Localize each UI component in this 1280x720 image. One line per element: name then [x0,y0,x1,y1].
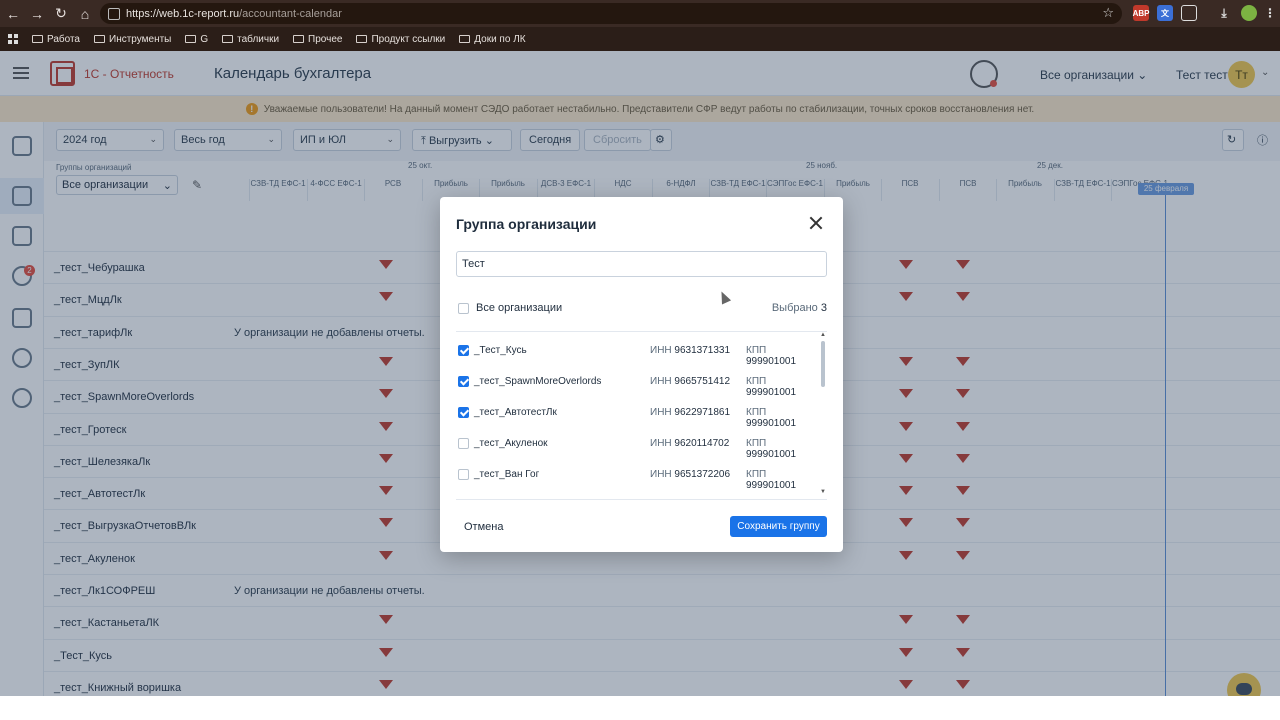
profile-icon[interactable] [1241,5,1257,21]
select-all-checkbox[interactable] [458,303,469,314]
org-name: _тест_Акуленок [474,438,548,449]
back-icon[interactable]: ← [2,3,24,25]
close-icon[interactable] [808,215,824,231]
address-bar[interactable]: https://web.1c-report.ru/accountant-cale… [100,3,1122,24]
org-checkbox[interactable] [458,407,469,418]
page-bottom [0,696,1280,720]
scroll-thumb[interactable] [821,341,825,387]
folder-icon [356,35,368,43]
divider [456,499,827,500]
org-list: _Тест_Кусь ИНН 9631371331 КПП 999901001 _те… [456,333,827,499]
org-inn: ИНН 9631371331 [650,345,731,356]
bookmark-product-links[interactable]: Продукт ссылки [356,34,445,45]
bookmark-other[interactable]: Прочее [293,34,342,45]
org-list-item[interactable]: _тест_Ван Гог ИНН 9651372206 КПП 999901001 [456,459,818,491]
org-kpp: КПП 999901001 [746,345,797,367]
bookmark-star-icon[interactable]: ☆ [1102,5,1114,21]
org-kpp: КПП 999901001 [746,376,797,398]
org-list-item[interactable]: _тест_SpawnMoreOverlords ИНН 9665751412 КП… [456,366,818,398]
org-checkbox[interactable] [458,376,469,387]
group-name-input[interactable] [456,251,827,277]
org-list-scrollbar[interactable]: ▲ ▼ [820,332,826,497]
extensions-puzzle-icon[interactable] [1181,5,1197,21]
org-checkbox[interactable] [458,345,469,356]
select-all-row[interactable]: Все организации Выбрано 3 [456,300,827,318]
bookmark-tools[interactable]: Инструменты [94,34,171,45]
org-kpp: КПП 999901001 [746,469,797,491]
forward-icon[interactable]: → [26,3,48,25]
folder-icon [94,35,105,43]
org-list-item[interactable]: _тест_АвтотестЛк ИНН 9622971861 КПП 999901… [456,397,818,429]
org-checkbox[interactable] [458,438,469,449]
bookmark-work[interactable]: Работа [32,34,80,45]
apps-grid-icon[interactable] [8,34,18,44]
folder-icon [293,35,305,43]
cancel-button[interactable]: Отмена [456,517,511,537]
select-all-label: Все организации [476,302,563,314]
url-scheme: https:// [126,7,160,20]
org-name: _Тест_Кусь [474,345,527,356]
org-name: _тест_SpawnMoreOverlords [474,376,602,387]
translate-extension-icon[interactable]: 文 [1157,5,1173,21]
scroll-down-icon[interactable]: ▼ [820,489,826,495]
group-modal: Группа организации Все организации Выбра… [440,197,843,552]
url-host: web.1c-report.ru [159,7,240,20]
org-checkbox[interactable] [458,469,469,480]
download-icon[interactable]: ⤓ [1216,5,1232,21]
save-group-button[interactable]: Сохранить группу [730,516,827,537]
org-list-item[interactable]: _Тест_Кусь ИНН 9631371331 КПП 999901001 [456,335,818,367]
reload-icon[interactable]: ↻ [50,3,72,25]
bookmark-g[interactable]: G [185,34,208,45]
bookmark-lk-docs[interactable]: Доки по ЛК [459,34,526,45]
org-inn: ИНН 9620114702 [650,438,730,449]
org-kpp: КПП 999901001 [746,407,797,429]
menu-kebab-icon[interactable]: ⋮ [1262,5,1278,21]
site-info-icon[interactable] [108,7,120,20]
org-inn: ИНН 9665751412 [650,376,731,387]
adblock-extension-icon[interactable]: ABP [1133,5,1149,21]
bookmarks-bar: Работа Инструменты G таблички Прочее Про… [0,27,1280,51]
org-inn: ИНН 9651372206 [650,469,731,480]
divider [456,331,827,332]
modal-title: Группа организации [456,216,597,232]
org-name: _тест_Ван Гог [474,469,540,480]
home-icon[interactable]: ⌂ [74,3,96,25]
bookmark-tables[interactable]: таблички [222,34,279,45]
scroll-up-icon[interactable]: ▲ [820,332,826,338]
folder-icon [185,35,197,43]
folder-icon [459,35,471,43]
selected-count: Выбрано 3 [771,302,827,314]
url-path: /accountant-calendar [239,7,342,20]
org-list-item[interactable]: _тест_Акуленок ИНН 9620114702 КПП 99990100… [456,428,818,460]
org-name: _тест_АвтотестЛк [474,407,557,418]
browser-toolbar: ← → ↻ ⌂ https://web.1c-report.ru/account… [0,0,1280,27]
folder-icon [222,35,234,43]
org-inn: ИНН 9622971861 [650,407,731,418]
org-kpp: КПП 999901001 [746,438,797,460]
folder-icon [32,35,43,43]
